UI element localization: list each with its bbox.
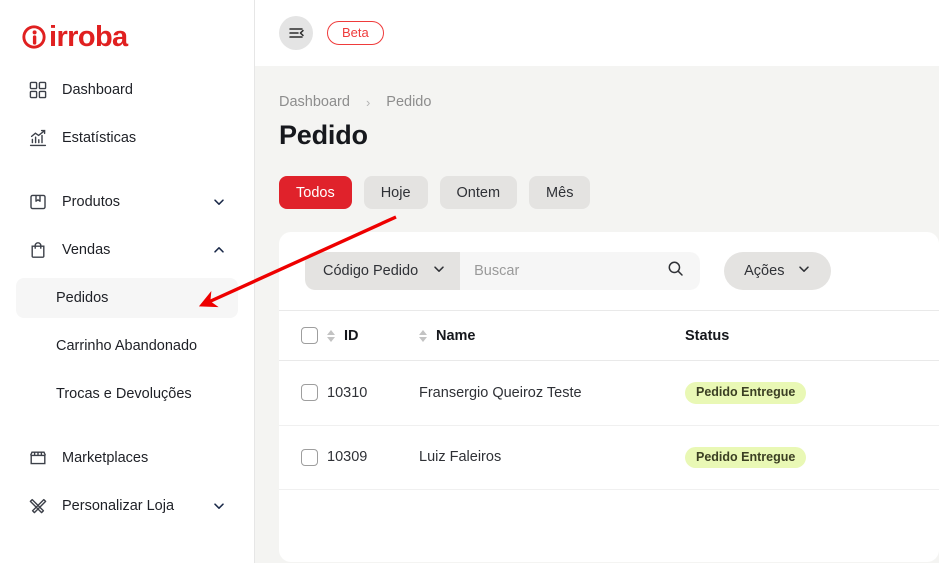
sidebar-item-label: Marketplaces [62, 450, 149, 466]
table-header-status: Status [685, 310, 939, 361]
table-header-label: Status [685, 327, 730, 344]
row-select-cell [279, 360, 327, 426]
breadcrumb-dashboard[interactable]: Dashboard [279, 94, 350, 110]
sidebar-nav: Dashboard Estatísticas Produtos Vendas P… [0, 70, 254, 526]
row-checkbox[interactable] [301, 384, 318, 402]
breadcrumb-pedido[interactable]: Pedido [386, 94, 431, 110]
orders-table: ID Name Status 10310 Fransergio Queiroz … [279, 310, 939, 490]
grid-dashboard-icon [28, 80, 48, 100]
search-field-select[interactable]: Código Pedido [305, 252, 461, 290]
search-field-select-label: Código Pedido [323, 263, 419, 279]
sidebar-item-trocas-e-devolucoes[interactable]: Trocas e Devoluções [16, 374, 238, 414]
sidebar-item-personalizar-loja[interactable]: Personalizar Loja [16, 486, 238, 526]
actions-button-label: Ações [744, 263, 785, 279]
sidebar-subitem-label: Pedidos [56, 290, 109, 306]
table-body: 10310 Fransergio Queiroz Teste Pedido En… [279, 360, 939, 490]
search-box [460, 252, 701, 290]
filter-tab-todos[interactable]: Todos [279, 176, 352, 209]
sidebar-item-label: Dashboard [62, 82, 133, 98]
breadcrumb-separator-icon: › [365, 94, 371, 110]
table-header-label: Name [436, 327, 476, 344]
brand-name: irroba [49, 20, 128, 53]
filter-tabs: Todos Hoje Ontem Mês [279, 176, 939, 209]
sidebar-subitem-label: Carrinho Abandonado [56, 338, 198, 354]
table-row[interactable]: 10310 Fransergio Queiroz Teste Pedido En… [279, 360, 939, 426]
table-header-name[interactable]: Name [419, 310, 685, 361]
menu-collapse-icon[interactable] [279, 16, 313, 50]
select-all-checkbox[interactable] [301, 327, 318, 344]
actions-button[interactable]: Ações [724, 252, 832, 290]
search-group: Código Pedido [305, 252, 701, 290]
sidebar-item-produtos[interactable]: Produtos [16, 182, 238, 222]
status-badge: Pedido Entregue [685, 446, 807, 468]
filter-tab-mes[interactable]: Mês [529, 176, 591, 209]
table-header-row: ID Name Status [279, 310, 939, 361]
irroba-circle-i-icon [20, 23, 48, 51]
sidebar-item-label: Produtos [62, 194, 121, 210]
orders-toolbar: Código Pedido Buscar Ações [279, 232, 939, 290]
table-header-select-all [279, 310, 327, 361]
storefront-icon [28, 448, 48, 468]
sidebar-item-label: Personalizar Loja [62, 498, 175, 514]
status-badge: Pedido Entregue [685, 382, 807, 404]
page-title: Pedido [279, 120, 368, 150]
row-select-cell [279, 425, 327, 490]
content-panel: Dashboard › Pedido Pedido Todos Hoje Ont… [255, 66, 939, 563]
table-header-label: ID [344, 327, 359, 344]
orders-card: Código Pedido Buscar Ações ID Name Statu… [279, 232, 939, 562]
sidebar-subitem-label: Trocas e Devoluções [56, 386, 192, 402]
row-name: Fransergio Queiroz Teste [419, 360, 685, 426]
sidebar-item-dashboard[interactable]: Dashboard [16, 70, 238, 110]
chevron-up-icon [212, 243, 226, 257]
row-status-cell: Pedido Entregue [685, 425, 939, 490]
main-area: Beta Dashboard › Pedido Pedido Todos Hoj… [255, 0, 939, 563]
app-root: irroba Dashboard Estatísticas Produtos V… [0, 0, 939, 563]
sidebar: irroba Dashboard Estatísticas Produtos V… [0, 0, 255, 563]
brand-logo[interactable]: irroba [0, 0, 254, 56]
bar-chart-trend-icon [28, 128, 48, 148]
row-name: Luiz Faleiros [419, 425, 685, 490]
table-head: ID Name Status [279, 310, 939, 361]
table-row[interactable]: 10309 Luiz Faleiros Pedido Entregue [279, 425, 939, 490]
beta-badge[interactable]: Beta [327, 21, 384, 45]
row-id: 10310 [327, 360, 419, 426]
sidebar-item-label: Vendas [62, 242, 111, 258]
breadcrumb: Dashboard › Pedido [279, 94, 939, 110]
chevron-down-icon [212, 499, 226, 513]
shopping-bag-icon [28, 240, 48, 260]
filter-tab-ontem[interactable]: Ontem [439, 176, 518, 209]
filter-tab-hoje[interactable]: Hoje [363, 176, 428, 209]
search-input[interactable] [474, 263, 668, 279]
orders-table-wrap: ID Name Status 10310 Fransergio Queiroz … [279, 310, 939, 490]
topbar: Beta [255, 0, 939, 66]
sidebar-item-marketplaces[interactable]: Marketplaces [16, 438, 238, 478]
row-checkbox[interactable] [301, 448, 318, 466]
search-icon[interactable] [667, 260, 684, 282]
table-header-id[interactable]: ID [327, 310, 419, 361]
box-package-icon [28, 192, 48, 212]
sidebar-item-vendas[interactable]: Vendas [16, 230, 238, 270]
chevron-down-icon [212, 195, 226, 209]
sidebar-item-estatisticas[interactable]: Estatísticas [16, 118, 238, 158]
chevron-down-icon [797, 262, 811, 280]
sort-icon[interactable] [327, 329, 335, 342]
sort-icon[interactable] [419, 329, 427, 342]
sidebar-item-label: Estatísticas [62, 130, 137, 146]
chevron-down-icon [432, 262, 446, 280]
brush-pencil-icon [28, 496, 48, 516]
sidebar-item-pedidos[interactable]: Pedidos [16, 278, 238, 318]
row-id: 10309 [327, 425, 419, 490]
sidebar-item-carrinho-abandonado[interactable]: Carrinho Abandonado [16, 326, 238, 366]
row-status-cell: Pedido Entregue [685, 360, 939, 426]
